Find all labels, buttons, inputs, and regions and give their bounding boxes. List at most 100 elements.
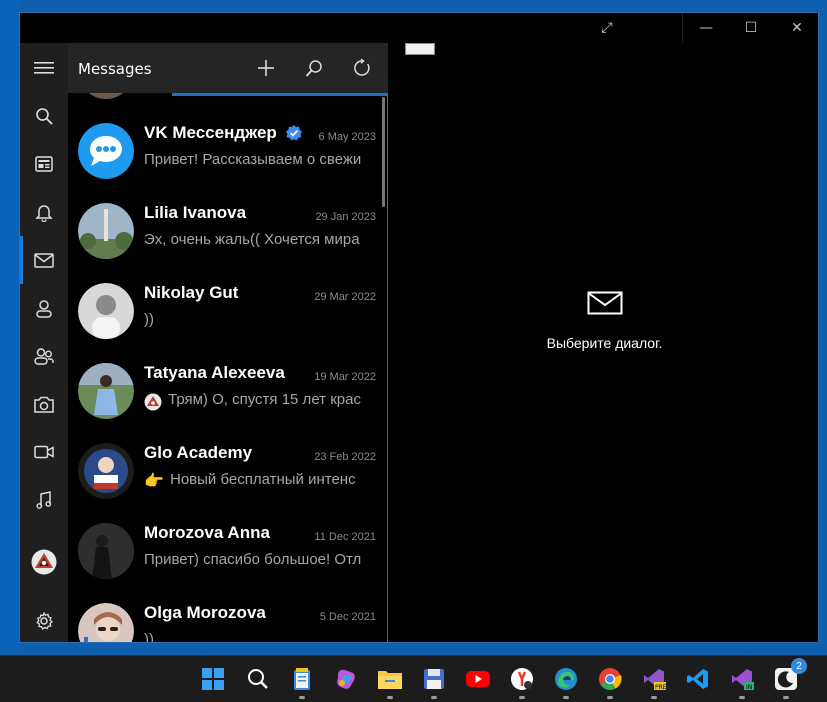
maximize-button[interactable]: ☐: [728, 13, 774, 43]
avatar: [78, 443, 134, 499]
envelope-icon: [587, 291, 623, 319]
conversation-date: 5 Dec 2021: [319, 611, 376, 623]
running-indicator: [519, 696, 525, 699]
running-indicator: [651, 696, 657, 699]
list-item[interactable]: Nikolay Gut 29 Mar 2022 )): [68, 271, 388, 351]
conversation-date: 11 Dec 2021: [314, 531, 376, 543]
messenger-app-icon[interactable]: 2: [771, 658, 807, 699]
list-item[interactable]: Glo Academy 23 Feb 2022 👉 Новый бесплатн…: [68, 431, 388, 511]
desktop-background: [0, 0, 19, 650]
conversation-preview: Трям) О, спустя 15 лет крас: [168, 391, 361, 408]
vscode-icon[interactable]: [683, 664, 713, 694]
plus-icon[interactable]: [249, 51, 283, 85]
pointing-hand-icon: 👉: [144, 471, 164, 490]
list-header: Messages: [68, 43, 388, 93]
edge-icon[interactable]: [551, 664, 581, 699]
running-indicator: [387, 696, 393, 699]
conversation-list-panel: Messages VK Мессенджер 6 May 2023 Привет…: [68, 43, 388, 643]
visual-studio-insiders-icon[interactable]: IN: [727, 664, 757, 699]
messenger-window: ⤢ — ☐ ✕ Messages VK Мессенджер 6 May 202…: [19, 12, 819, 643]
conversation-date: 29 Jan 2023: [315, 211, 376, 223]
conversation-name: Glo Academy: [144, 443, 253, 462]
person-icon[interactable]: [20, 288, 68, 328]
empty-state-label: Выберите диалог.: [546, 335, 663, 351]
conversation-preview: Привет) спасибо большое! Отл: [144, 551, 362, 568]
avatar: [78, 93, 134, 99]
chrome-icon[interactable]: [595, 664, 625, 699]
conversation-name: Tatyana Alexeeva: [144, 363, 285, 382]
yandex-browser-icon[interactable]: [507, 664, 537, 699]
list-item[interactable]: Olga Morozova 5 Dec 2021 )): [68, 591, 388, 643]
gear-icon[interactable]: [20, 601, 68, 641]
list-item[interactable]: Morozova Anna 11 Dec 2021 Привет) спасиб…: [68, 511, 388, 591]
camera-icon[interactable]: [20, 384, 68, 424]
avatar: [78, 203, 134, 259]
search-icon[interactable]: [297, 51, 331, 85]
conversation-date: 19 Mar 2022: [314, 371, 376, 383]
dialog-detail-pane: Выберите диалог.: [389, 43, 818, 642]
notification-badge: 2: [791, 658, 807, 674]
taskbar: PRE IN 2: [0, 655, 827, 702]
youtube-icon[interactable]: [463, 664, 493, 694]
avatar: [78, 123, 134, 179]
sender-avatar-icon: [144, 393, 162, 415]
list-item[interactable]: Tatyana Alexeeva 19 Mar 2022 Трям) О, сп…: [68, 351, 388, 431]
conversation-preview: )): [144, 311, 154, 328]
floppy-save-icon[interactable]: [419, 664, 449, 699]
running-indicator: [783, 696, 789, 699]
window-tab-handle[interactable]: [405, 43, 435, 55]
navigation-rail: [20, 43, 68, 642]
video-icon[interactable]: [20, 432, 68, 472]
conversation-preview: Эх, очень жаль(( Хочется мира: [144, 231, 360, 248]
music-note-icon[interactable]: [20, 480, 68, 520]
avatar: [78, 283, 134, 339]
avatar: [78, 603, 134, 642]
list-item[interactable]: [68, 93, 388, 111]
list-scrollbar[interactable]: [382, 97, 385, 207]
conversation-preview: Новый бесплатный интенс: [170, 471, 356, 488]
running-indicator: [431, 696, 437, 699]
running-indicator: [607, 696, 613, 699]
conversation-date: 29 Mar 2022: [314, 291, 376, 303]
svg-text:IN: IN: [746, 684, 752, 691]
list-item[interactable]: VK Мессенджер 6 May 2023 Привет! Рассказ…: [68, 111, 388, 191]
title-bar[interactable]: ⤢ — ☐ ✕: [20, 13, 818, 43]
running-indicator: [299, 696, 305, 699]
search-icon[interactable]: [243, 664, 273, 694]
page-title: Messages: [78, 60, 152, 78]
close-button[interactable]: ✕: [774, 13, 818, 43]
profile-avatar-icon[interactable]: [20, 542, 68, 582]
refresh-icon[interactable]: [345, 51, 379, 85]
conversation-name: VK Мессенджер: [144, 123, 277, 142]
minimize-button[interactable]: —: [683, 13, 729, 43]
conversation-date: 6 May 2023: [318, 131, 376, 143]
conversation-name: Olga Morozova: [144, 603, 266, 622]
visual-studio-preview-icon[interactable]: PRE: [639, 664, 669, 699]
conversation-preview: Привет! Рассказываем о свежи: [144, 151, 362, 168]
mail-icon[interactable]: [20, 240, 68, 280]
conversation-name: Morozova Anna: [144, 523, 270, 542]
svg-text:PRE: PRE: [655, 684, 666, 691]
running-indicator: [563, 696, 569, 699]
file-explorer-icon[interactable]: [375, 664, 405, 699]
hamburger-menu-icon[interactable]: [20, 48, 68, 88]
copilot-icon[interactable]: [331, 664, 361, 694]
search-icon[interactable]: [20, 96, 68, 136]
running-indicator: [739, 696, 745, 699]
verified-icon: [285, 124, 303, 146]
bell-icon[interactable]: [20, 192, 68, 232]
expand-icon[interactable]: ⤢: [584, 13, 630, 43]
avatar: [78, 363, 134, 419]
windows-start-icon[interactable]: [198, 664, 228, 694]
news-icon[interactable]: [20, 144, 68, 184]
people-icon[interactable]: [20, 336, 68, 376]
conversation-date: 23 Feb 2022: [314, 451, 376, 463]
conversation-list[interactable]: VK Мессенджер 6 May 2023 Привет! Рассказ…: [68, 93, 388, 643]
notepad-icon[interactable]: [287, 664, 317, 699]
avatar: [78, 523, 134, 579]
conversation-name: Lilia Ivanova: [144, 203, 247, 222]
conversation-name: Nikolay Gut: [144, 283, 239, 302]
conversation-preview: )): [144, 631, 154, 643]
list-item[interactable]: Lilia Ivanova 29 Jan 2023 Эх, очень жаль…: [68, 191, 388, 271]
empty-state: Выберите диалог.: [389, 291, 818, 351]
